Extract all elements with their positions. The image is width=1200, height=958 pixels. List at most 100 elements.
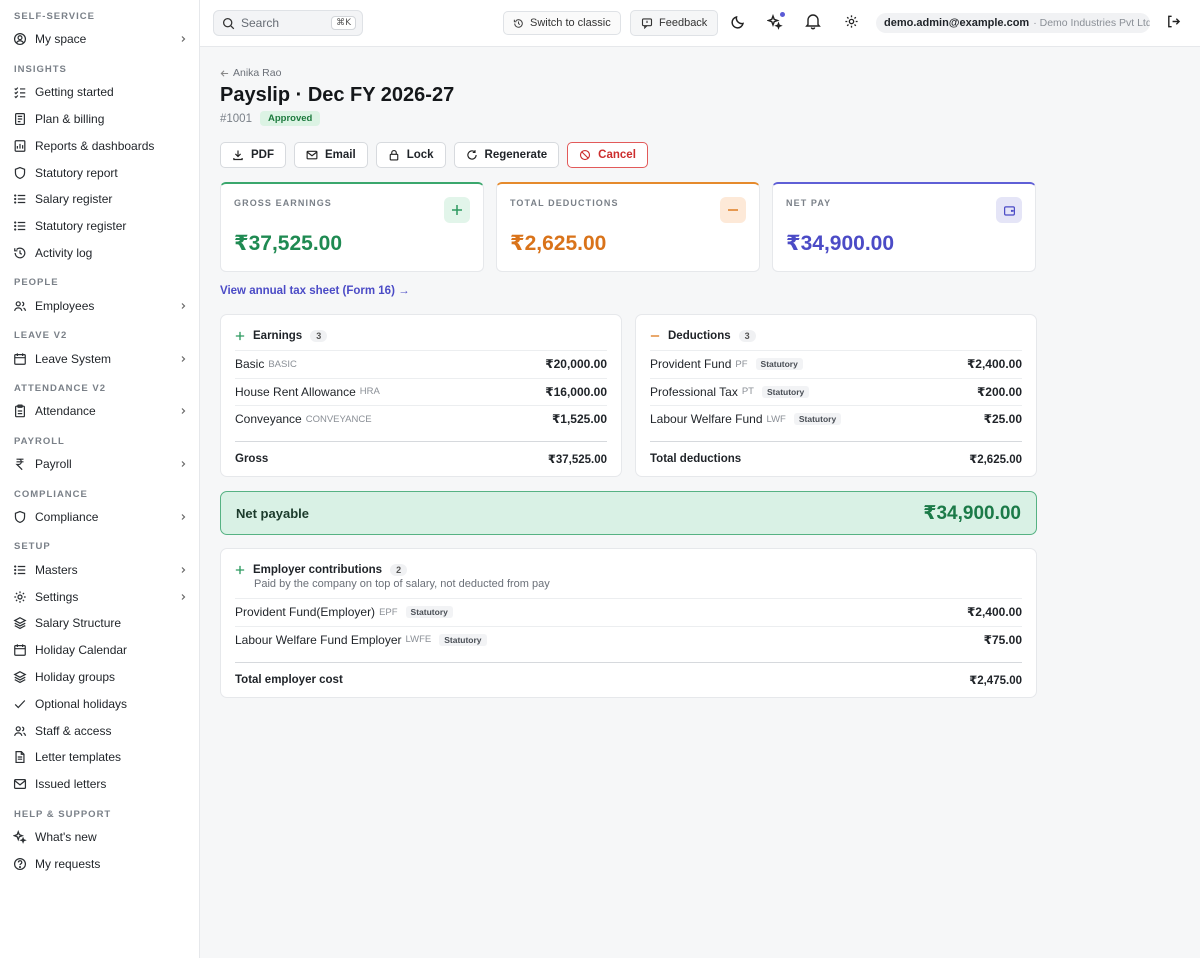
cancel-button[interactable]: Cancel <box>567 142 648 168</box>
status-badge: Approved <box>259 111 321 126</box>
plus-icon <box>235 565 245 575</box>
switch-classic-button[interactable]: Switch to classic <box>503 11 621 35</box>
lock-button[interactable]: Lock <box>375 142 446 168</box>
sidebar-item-label: Plan & billing <box>35 111 105 126</box>
pdf-button[interactable]: PDF <box>220 142 286 168</box>
page-title: Payslip · Dec FY 2026-27 <box>220 84 455 106</box>
chevron-right-icon <box>179 566 187 574</box>
sidebar-item-masters[interactable]: Masters <box>0 556 199 583</box>
sidebar-item-issued-letters[interactable]: Issued letters <box>0 771 199 798</box>
sidebar-item-label: Holiday groups <box>35 669 116 684</box>
user-circle-icon <box>13 32 27 46</box>
notification-dot <box>780 12 785 17</box>
sidebar-item-employees[interactable]: Employees <box>0 292 199 319</box>
sidebar-item-compliance[interactable]: Compliance <box>0 504 199 531</box>
card-label: GROSS EARNINGS <box>234 198 332 208</box>
email-button[interactable]: Email <box>294 142 368 168</box>
line-item-amount: ₹2,400.00 <box>966 605 1022 620</box>
receipt-icon <box>13 112 27 126</box>
sidebar-item-reports-and-dashboards[interactable]: Reports & dashboards <box>0 132 199 159</box>
check-icon <box>13 697 27 711</box>
theme-toggle-button[interactable] <box>730 14 746 30</box>
search-box[interactable]: Search ⌘K <box>213 10 363 36</box>
sidebar-item-plan-and-billing[interactable]: Plan & billing <box>0 106 199 133</box>
sidebar-section-payroll: PAYROLL <box>14 435 65 447</box>
sidebar-item-my-requests[interactable]: My requests <box>0 850 199 877</box>
sidebar-item-optional-holidays[interactable]: Optional holidays <box>0 690 199 717</box>
sidebar-item-holiday-calendar[interactable]: Holiday Calendar <box>0 637 199 664</box>
deductions-panel: Deductions 3 Provident Fund PF Statutory ₹… <box>635 314 1037 477</box>
sidebar-item-salary-register[interactable]: Salary register <box>0 186 199 213</box>
sidebar-item-settings[interactable]: Settings <box>0 583 199 610</box>
line-item-amount: ₹1,525.00 <box>551 412 607 427</box>
sidebar-item-label: Masters <box>35 562 78 577</box>
feedback-button[interactable]: Feedback <box>630 10 719 36</box>
deductions-title-label: Deductions <box>668 330 731 342</box>
mail-icon <box>306 150 318 160</box>
sidebar-item-activity-log[interactable]: Activity log <box>0 240 199 267</box>
card-value: ₹2,625.00 <box>510 232 607 255</box>
user-email: demo.admin@example.com <box>884 17 1030 29</box>
line-item-row: Labour Welfare Fund LWF Statutory ₹25.00 <box>650 405 1022 433</box>
sidebar-item-attendance[interactable]: Attendance <box>0 398 199 425</box>
line-item-row: Basic BASIC ₹20,000.00 <box>235 350 607 378</box>
search-icon <box>222 17 235 29</box>
logout-button[interactable] <box>1166 14 1182 30</box>
total-label: Total employer cost <box>235 673 343 686</box>
line-item-amount: ₹75.00 <box>983 632 1022 647</box>
sidebar-item-my-space[interactable]: My space <box>0 26 199 53</box>
calendar-icon <box>13 643 27 657</box>
sidebar-section-help-and-support: HELP & SUPPORT <box>14 808 112 820</box>
document-icon <box>13 750 27 764</box>
sidebar-item-label: Payroll <box>35 457 72 472</box>
employer-title-label: Employer contributions <box>253 564 383 576</box>
minus-icon <box>720 197 746 223</box>
line-item-code: LWFE <box>405 634 432 646</box>
sidebar-item-label: Holiday Calendar <box>35 643 128 658</box>
employer-count: 2 <box>390 564 408 576</box>
earnings-panel: Earnings 3 Basic BASIC ₹20,000.00 House Re… <box>220 314 622 477</box>
line-item-code: BASIC <box>268 358 297 370</box>
regenerate-button[interactable]: Regenerate <box>453 142 560 168</box>
payslip-number: #1001 <box>220 112 252 125</box>
sidebar-item-label: Settings <box>35 589 79 604</box>
settings-button[interactable] <box>844 14 860 30</box>
line-item-code: PT <box>741 386 754 398</box>
line-item-name: Conveyance <box>235 412 302 427</box>
sidebar-item-getting-started[interactable]: Getting started <box>0 79 199 106</box>
notifications-button[interactable] <box>805 12 821 30</box>
sidebar-item-payroll[interactable]: Payroll <box>0 451 199 478</box>
search-shortcut: ⌘K <box>331 16 356 30</box>
sidebar-item-staff-and-access[interactable]: Staff & access <box>0 717 199 744</box>
employer-contributions-panel: Employer contributions 2 Paid by the com… <box>220 548 1037 698</box>
sparkle-icon <box>13 829 27 844</box>
sidebar-item-label: Salary register <box>35 192 113 207</box>
line-item-name: Professional Tax <box>650 384 738 399</box>
sidebar-item-holiday-groups[interactable]: Holiday groups <box>0 664 199 691</box>
email-label: Email <box>325 149 356 161</box>
sidebar-item-salary-structure[interactable]: Salary Structure <box>0 610 199 637</box>
sidebar-item-letter-templates[interactable]: Letter templates <box>0 744 199 771</box>
net-payable-label: Net payable <box>236 505 309 521</box>
total-amount: ₹2,625.00 <box>969 453 1022 466</box>
sidebar-item-statutory-report[interactable]: Statutory report <box>0 159 199 186</box>
search-placeholder: Search <box>241 16 280 30</box>
line-item-amount: ₹20,000.00 <box>545 357 607 372</box>
user-account[interactable]: demo.admin@example.com · Demo Industries… <box>876 13 1150 33</box>
sidebar-item-statutory-register[interactable]: Statutory register <box>0 213 199 240</box>
ai-assistant-button[interactable] <box>767 12 785 30</box>
shield-icon <box>13 166 27 180</box>
sidebar-item-label: Leave System <box>35 351 112 366</box>
back-link[interactable]: Anika Rao <box>220 67 281 79</box>
switch-classic-label: Switch to classic <box>530 17 611 29</box>
net-payable-bar: Net payable ₹34,900.00 <box>220 491 1037 535</box>
sidebar-item-label: Statutory report <box>35 165 118 180</box>
total-deductions-card: TOTAL DEDUCTIONS ₹2,625.00 <box>496 182 760 272</box>
message-icon <box>641 18 653 29</box>
sidebar-item-label: Staff & access <box>35 723 112 738</box>
total-amount: ₹37,525.00 <box>547 453 607 466</box>
employer-title: Employer contributions 2 <box>235 564 408 576</box>
sidebar-item-what-s-new[interactable]: What's new <box>0 824 199 851</box>
tax-sheet-link[interactable]: View annual tax sheet (Form 16) → <box>220 285 410 297</box>
sidebar-item-leave-system[interactable]: Leave System <box>0 345 199 372</box>
